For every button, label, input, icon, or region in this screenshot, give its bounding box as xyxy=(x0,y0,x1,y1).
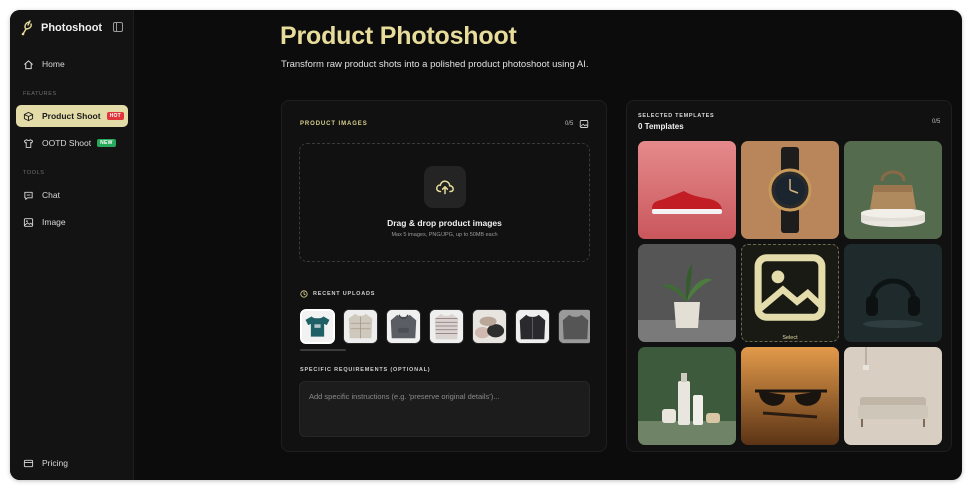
home-icon xyxy=(24,59,33,69)
thumbs-scrollbar[interactable] xyxy=(300,349,346,351)
cosmetics-image xyxy=(638,347,736,445)
cloud-upload-icon xyxy=(436,180,454,195)
recent-uploads-list xyxy=(300,309,590,345)
clothes-flatlay-image xyxy=(473,310,506,343)
plant-image xyxy=(638,244,736,342)
templates-count: 0/5 xyxy=(932,119,941,125)
image-add-icon xyxy=(754,254,826,321)
sidebar-item-product-shoot[interactable]: Product Shoot HOT xyxy=(16,105,128,127)
requirements-input[interactable]: Add specific instructions (e.g. 'preserv… xyxy=(299,381,590,437)
sidebar-collapse-icon[interactable] xyxy=(112,21,124,33)
page-title: Product Photoshoot xyxy=(280,22,517,50)
dropzone-hint: Max 5 images, PNG/JPG, up to 50MB each xyxy=(391,232,498,238)
sidebar-item-ootd-shoot[interactable]: OOTD Shoot NEW xyxy=(16,132,128,154)
sidebar-item-label: Home xyxy=(42,59,65,69)
grey-shirt-image xyxy=(559,310,590,343)
chat-icon xyxy=(24,191,33,200)
sidebar-item-chat[interactable]: Chat xyxy=(16,184,128,206)
page-subtitle: Transform raw product shots into a polis… xyxy=(281,59,589,70)
recent-uploads-label: RECENT UPLOADS xyxy=(313,291,376,297)
sofa-image xyxy=(844,347,942,445)
recent-upload-thumb[interactable] xyxy=(386,309,421,344)
hot-badge: HOT xyxy=(106,112,125,120)
templates-panel: SELECTED TEMPLATES 0 Templates 0/5 Selec… xyxy=(626,100,952,452)
watch-image xyxy=(741,141,839,239)
sneaker-image xyxy=(638,141,736,239)
template-sneaker[interactable] xyxy=(638,141,736,239)
image-icon xyxy=(23,217,34,227)
app-name: Photoshoot xyxy=(41,22,103,34)
gallery-icon[interactable] xyxy=(579,119,589,129)
sidebar: Photoshoot Home FEATURES Product Shoot H… xyxy=(10,10,134,480)
brand: Photoshoot xyxy=(20,19,124,37)
logo-icon xyxy=(21,20,32,36)
sidebar-item-home[interactable]: Home xyxy=(16,53,128,75)
sidebar-item-label: Product Shoot xyxy=(42,111,101,121)
template-select-slot[interactable]: Select xyxy=(741,244,839,342)
sunglasses-image xyxy=(741,347,839,445)
sidebar-item-label: Chat xyxy=(42,190,60,200)
product-images-label: PRODUCT IMAGES xyxy=(300,121,368,127)
product-images-panel: PRODUCT IMAGES 0/5 Drag & drop product i… xyxy=(281,100,607,452)
template-sunglasses[interactable] xyxy=(741,347,839,445)
recent-upload-thumb[interactable] xyxy=(343,309,378,344)
selected-templates-label: SELECTED TEMPLATES xyxy=(638,113,715,119)
recent-upload-thumb[interactable] xyxy=(429,309,464,344)
jacket-image xyxy=(516,310,549,343)
template-watch[interactable] xyxy=(741,141,839,239)
section-label-tools: TOOLS xyxy=(23,170,45,176)
striped-shirt-image xyxy=(430,310,463,343)
shirt-image xyxy=(344,310,377,343)
hoodie-image xyxy=(387,310,420,343)
requirements-label: SPECIFIC REQUIREMENTS (OPTIONAL) xyxy=(300,367,431,373)
tshirt-image xyxy=(302,311,333,342)
recent-upload-thumb[interactable] xyxy=(472,309,507,344)
sidebar-item-image[interactable]: Image xyxy=(16,211,128,233)
handbag-image xyxy=(844,141,942,239)
recent-uploads-header: RECENT UPLOADS xyxy=(300,290,375,298)
sidebar-item-label: Image xyxy=(42,217,66,227)
shirt-icon xyxy=(23,138,34,148)
section-label-features: FEATURES xyxy=(23,91,57,97)
recent-upload-thumb[interactable] xyxy=(300,309,335,344)
app-window: Photoshoot Home FEATURES Product Shoot H… xyxy=(10,10,962,480)
product-images-count: 0/5 xyxy=(565,121,574,127)
sidebar-item-label: OOTD Shoot xyxy=(42,138,92,148)
template-sofa[interactable] xyxy=(844,347,942,445)
sidebar-item-pricing[interactable]: Pricing xyxy=(16,452,128,474)
template-plant[interactable] xyxy=(638,244,736,342)
templates-count-label: 0 Templates xyxy=(638,122,684,131)
sidebar-item-label: Pricing xyxy=(42,458,68,468)
new-badge: NEW xyxy=(97,139,116,147)
template-headphones[interactable] xyxy=(844,244,942,342)
recent-upload-thumb[interactable] xyxy=(515,309,550,344)
recent-upload-thumb[interactable] xyxy=(558,309,590,344)
card-icon xyxy=(23,459,34,467)
clock-icon xyxy=(300,290,308,298)
headphones-image xyxy=(844,244,942,342)
dropzone-title: Drag & drop product images xyxy=(387,218,502,228)
image-dropzone[interactable]: Drag & drop product images Max 5 images,… xyxy=(299,143,590,262)
template-handbag[interactable] xyxy=(844,141,942,239)
template-cosmetics[interactable] xyxy=(638,347,736,445)
select-label: Select xyxy=(782,335,798,341)
box-icon xyxy=(23,111,34,121)
upload-button[interactable] xyxy=(424,166,466,208)
